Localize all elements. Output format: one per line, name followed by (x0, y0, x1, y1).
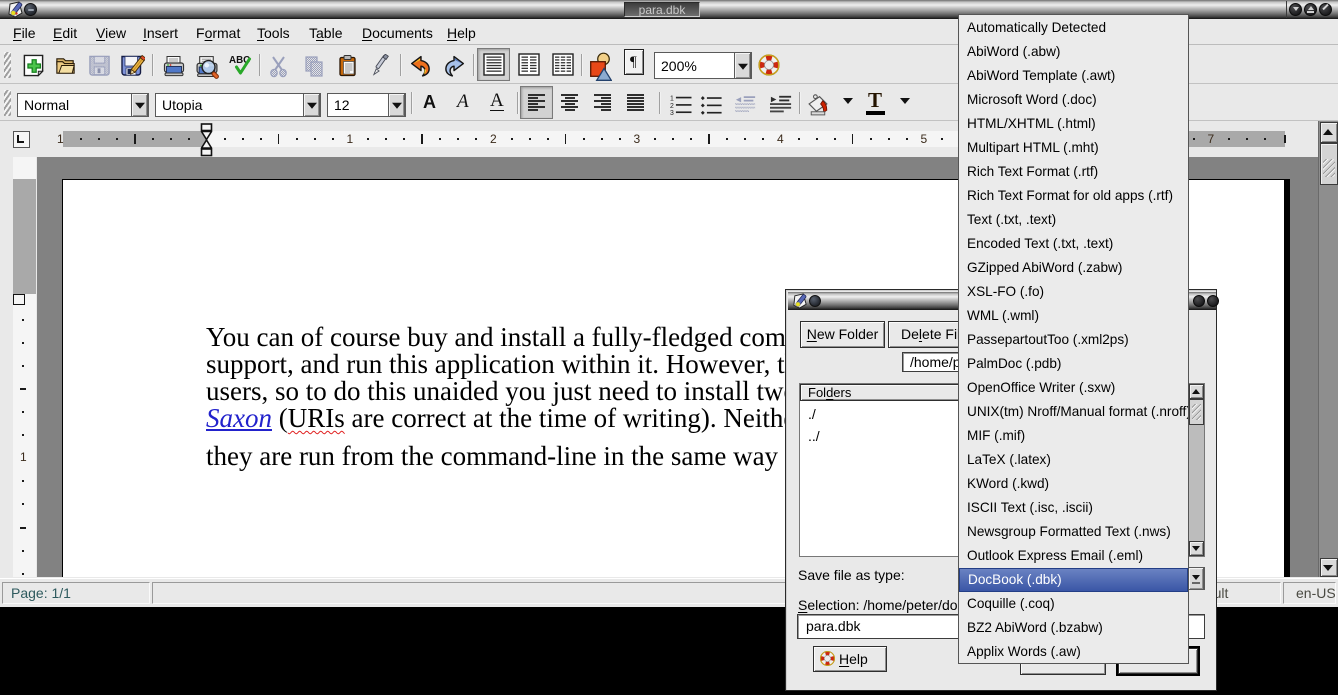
svg-text:2: 2 (670, 103, 674, 110)
svg-text:1: 1 (670, 95, 674, 102)
svg-text:3: 3 (670, 110, 674, 116)
